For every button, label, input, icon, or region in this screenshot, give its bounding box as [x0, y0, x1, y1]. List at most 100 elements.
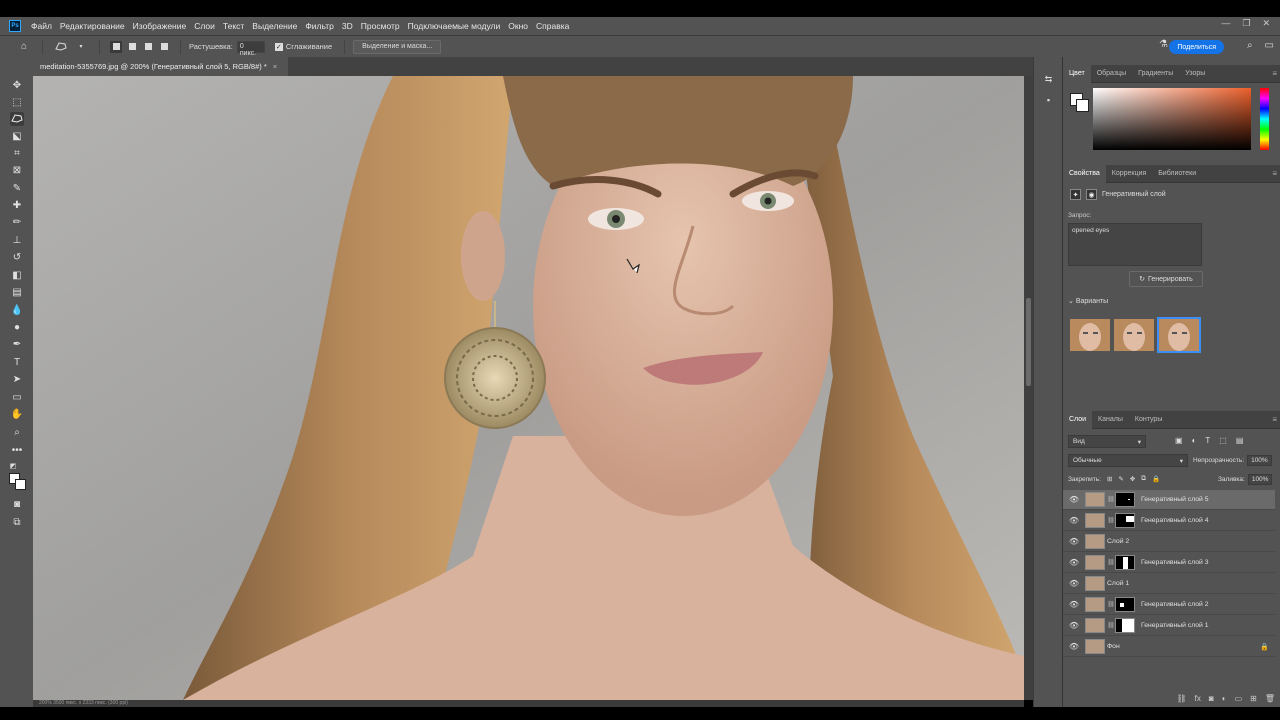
- close-window-icon[interactable]: ✕: [1262, 18, 1270, 29]
- pen-tool-icon[interactable]: ✒: [10, 337, 24, 351]
- new-group-icon[interactable]: ▭: [1235, 694, 1243, 707]
- subtract-selection-icon[interactable]: [142, 41, 154, 53]
- layer-mask-thumbnail[interactable]: [1115, 513, 1135, 528]
- layer-row[interactable]: 👁 ⛓ Генеративный слой 5: [1063, 490, 1275, 510]
- panel-menu-icon[interactable]: ≡: [1272, 169, 1277, 178]
- menu-edit[interactable]: Редактирование: [56, 21, 129, 31]
- layer-row[interactable]: 👁 Слой 1: [1063, 574, 1275, 594]
- lock-all-icon[interactable]: 🔒: [1152, 475, 1160, 483]
- tab-paths[interactable]: Контуры: [1129, 411, 1168, 429]
- link-icon[interactable]: ⛓: [1107, 559, 1115, 566]
- close-icon[interactable]: ×: [273, 62, 277, 71]
- visibility-eye-icon[interactable]: 👁: [1063, 600, 1085, 609]
- smart-object-filter-icon[interactable]: ▤: [1236, 436, 1244, 445]
- move-tool-icon[interactable]: ✥: [10, 78, 24, 92]
- lock-paint-icon[interactable]: ✎: [1118, 475, 1123, 483]
- eraser-tool-icon[interactable]: ◧: [10, 268, 24, 282]
- layer-mask-thumbnail[interactable]: [1115, 492, 1135, 507]
- tab-libraries[interactable]: Библиотеки: [1152, 165, 1202, 183]
- share-button[interactable]: Поделиться: [1169, 40, 1224, 54]
- object-selection-tool-icon[interactable]: ⬕: [10, 129, 24, 143]
- lasso-tool-preset-icon[interactable]: [53, 39, 69, 55]
- fill-input[interactable]: 100%: [1247, 474, 1273, 485]
- lock-transparency-icon[interactable]: ⊞: [1107, 475, 1112, 483]
- layer-mask-thumbnail[interactable]: [1115, 618, 1135, 633]
- workspace-icon[interactable]: ▭: [1265, 40, 1274, 51]
- chevron-down-icon[interactable]: ▾: [73, 39, 89, 55]
- visibility-eye-icon[interactable]: 👁: [1063, 537, 1085, 546]
- opacity-input[interactable]: 100%: [1247, 455, 1272, 466]
- document-tab[interactable]: meditation-5355769.jpg @ 200% (Генератив…: [33, 57, 288, 76]
- menu-3d[interactable]: 3D: [338, 21, 357, 31]
- layer-mask-thumbnail[interactable]: [1115, 597, 1135, 612]
- history-panel-icon[interactable]: ⇆: [1042, 73, 1055, 86]
- variant-thumbnail[interactable]: [1070, 319, 1110, 351]
- lock-artboard-icon[interactable]: ⧉: [1141, 475, 1146, 483]
- tab-channels[interactable]: Каналы: [1092, 411, 1129, 429]
- document-canvas[interactable]: [33, 76, 1024, 700]
- menu-layers[interactable]: Слои: [190, 21, 219, 31]
- blur-tool-icon[interactable]: 💧: [10, 303, 24, 317]
- visibility-eye-icon[interactable]: 👁: [1063, 516, 1085, 525]
- tab-properties[interactable]: Свойства: [1063, 164, 1106, 183]
- restore-icon[interactable]: ❐: [1242, 18, 1250, 29]
- visibility-eye-icon[interactable]: 👁: [1063, 621, 1085, 630]
- blend-mode-select[interactable]: Обычные ▾: [1068, 454, 1188, 467]
- frame-tool-icon[interactable]: ⊠: [10, 163, 24, 177]
- path-selection-tool-icon[interactable]: ➤: [10, 372, 24, 386]
- crop-tool-icon[interactable]: ⌗: [10, 146, 24, 160]
- scrollbar-thumb[interactable]: [1026, 298, 1031, 386]
- add-mask-icon[interactable]: ◙: [1209, 694, 1214, 707]
- adjustment-layer-icon[interactable]: ◐: [1222, 694, 1227, 707]
- comments-panel-icon[interactable]: ▪: [1042, 93, 1055, 106]
- home-icon[interactable]: ⌂: [16, 39, 32, 55]
- tab-patterns[interactable]: Узоры: [1179, 65, 1211, 83]
- flask-icon[interactable]: ⚗: [1159, 39, 1168, 50]
- menu-window[interactable]: Окно: [504, 21, 532, 31]
- visibility-eye-icon[interactable]: 👁: [1063, 495, 1085, 504]
- panel-menu-icon[interactable]: ≡: [1272, 69, 1277, 78]
- quick-mask-icon[interactable]: ◙: [10, 497, 24, 511]
- minimize-icon[interactable]: —: [1221, 18, 1230, 29]
- layer-filter-select[interactable]: Вид ▾: [1068, 435, 1146, 448]
- tab-layers[interactable]: Слои: [1063, 410, 1093, 429]
- canvas-vertical-scrollbar[interactable]: [1024, 76, 1033, 700]
- layer-style-icon[interactable]: fx: [1195, 694, 1201, 707]
- layer-row[interactable]: 👁 Фон 🔒: [1063, 637, 1275, 657]
- history-brush-tool-icon[interactable]: ↺: [10, 250, 24, 264]
- prompt-input[interactable]: opened eyes: [1068, 223, 1202, 266]
- feather-input[interactable]: 0 пикс.: [236, 40, 265, 57]
- menu-help[interactable]: Справка: [532, 21, 573, 31]
- layer-row[interactable]: 👁 ⛓ Генеративный слой 3: [1063, 553, 1275, 573]
- color-panel-background-swatch[interactable]: [1076, 99, 1089, 112]
- generate-button[interactable]: ↻ Генерировать: [1129, 271, 1203, 287]
- link-layers-icon[interactable]: ⛓: [1177, 694, 1187, 707]
- layer-row[interactable]: 👁 Слой 2: [1063, 532, 1275, 552]
- menu-select[interactable]: Выделение: [248, 21, 301, 31]
- eyedropper-tool-icon[interactable]: ✎: [10, 181, 24, 195]
- brush-tool-icon[interactable]: ✏: [10, 215, 24, 229]
- menu-image[interactable]: Изображение: [129, 21, 191, 31]
- marquee-tool-icon[interactable]: ⬚: [10, 95, 24, 109]
- visibility-eye-icon[interactable]: 👁: [1063, 579, 1085, 588]
- color-picker-field[interactable]: [1093, 88, 1251, 150]
- delete-layer-icon[interactable]: 🗑: [1265, 694, 1275, 707]
- tab-adjustments[interactable]: Коррекция: [1106, 165, 1152, 183]
- tab-swatches[interactable]: Образцы: [1091, 65, 1132, 83]
- menu-plugins[interactable]: Подключаемые модули: [404, 21, 505, 31]
- link-icon[interactable]: ⛓: [1107, 517, 1115, 524]
- layer-mask-thumbnail[interactable]: [1115, 555, 1135, 570]
- screen-mode-icon[interactable]: ⧉: [10, 515, 24, 529]
- rectangle-tool-icon[interactable]: ▭: [10, 390, 24, 404]
- menu-filter[interactable]: Фильтр: [301, 21, 338, 31]
- link-icon[interactable]: ⛓: [1107, 601, 1115, 608]
- variant-thumbnail-selected[interactable]: [1157, 317, 1201, 353]
- lock-position-icon[interactable]: ✥: [1130, 475, 1135, 483]
- add-to-selection-icon[interactable]: [126, 41, 138, 53]
- type-tool-icon[interactable]: T: [10, 355, 24, 369]
- gradient-tool-icon[interactable]: ▤: [10, 285, 24, 299]
- link-icon[interactable]: ⛓: [1107, 622, 1115, 629]
- shape-filter-icon[interactable]: ⬚: [1219, 436, 1227, 445]
- default-colors-icon[interactable]: ◩: [6, 459, 20, 473]
- intersect-selection-icon[interactable]: [158, 41, 170, 53]
